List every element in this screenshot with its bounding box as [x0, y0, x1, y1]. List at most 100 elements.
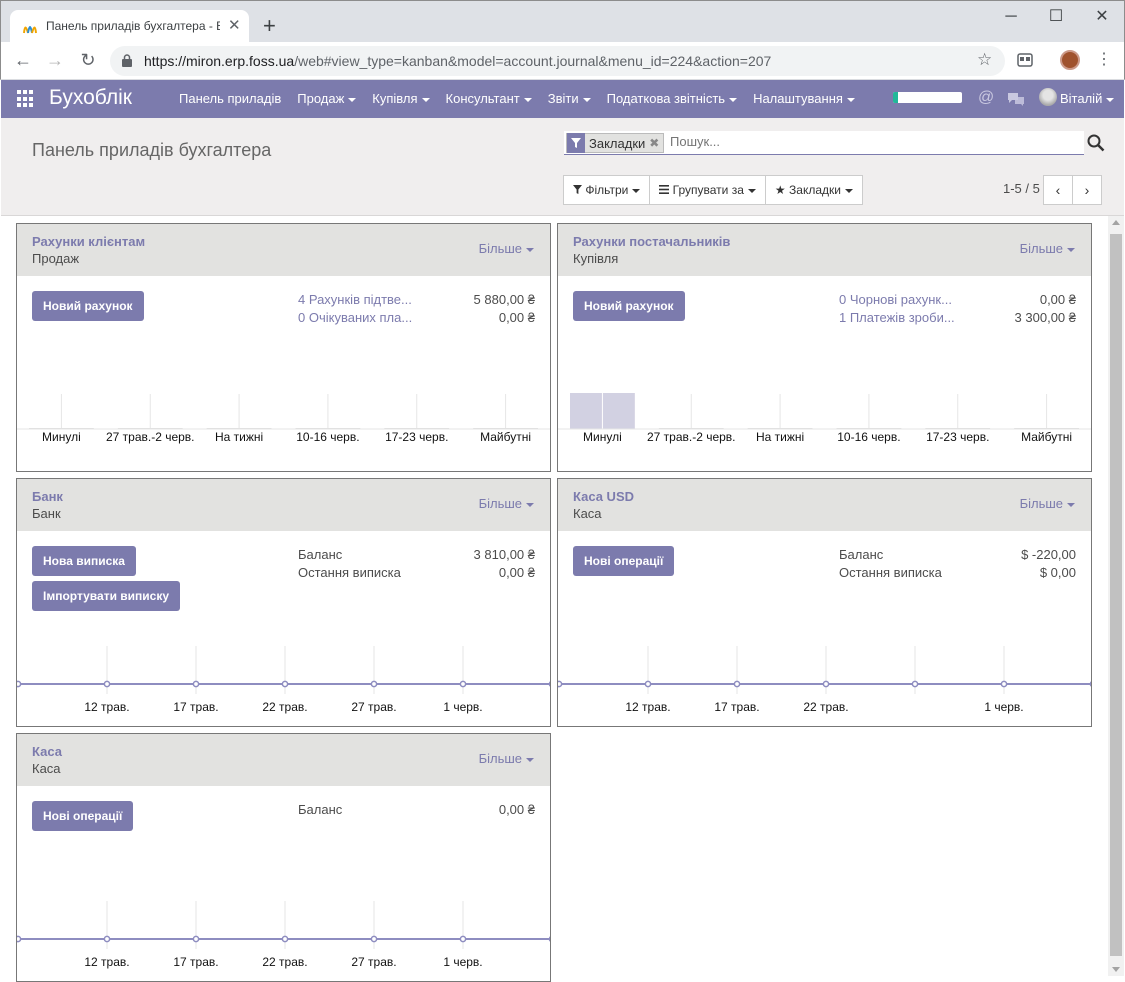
menu-item[interactable]: Налаштування: [745, 80, 863, 118]
filters-button[interactable]: Фільтри: [563, 175, 651, 205]
journal-name[interactable]: Рахунки клієнтам: [32, 234, 145, 249]
address-bar[interactable]: https://miron.erp.foss.ua/web#view_type=…: [110, 46, 1005, 76]
stat-label: Баланс: [298, 547, 343, 562]
menu-item[interactable]: Панель приладів: [171, 80, 289, 118]
pager-value[interactable]: 1-5 / 5: [1003, 181, 1040, 196]
search-input[interactable]: [670, 134, 1070, 149]
card-action-button[interactable]: Новий рахунок: [32, 291, 144, 321]
forward-icon[interactable]: →: [44, 50, 66, 72]
journal-name[interactable]: Рахунки постачальників: [573, 234, 730, 249]
journal-type: Продаж: [32, 251, 80, 266]
x-tick-label: На тижні: [215, 430, 263, 444]
chat-icon[interactable]: [1007, 92, 1025, 106]
browser-menu-icon[interactable]: ⋮: [1096, 50, 1112, 70]
progress-fill: [893, 92, 898, 103]
data-point: [558, 680, 563, 688]
data-point: [370, 680, 378, 688]
onboarding-progress-bar[interactable]: [893, 92, 962, 103]
journal-type: Купівля: [573, 251, 619, 266]
pager-next-icon[interactable]: ›: [1072, 175, 1102, 205]
data-point: [103, 935, 111, 943]
facet-label: Закладки: [589, 135, 646, 151]
main-menu: Панель приладів Продаж Купівля Консультант З…: [171, 80, 863, 118]
browser-toolbar: ← → ↻ https://miron.erp.foss.ua/web#view…: [0, 42, 1125, 80]
data-point: [822, 680, 830, 688]
search-box[interactable]: Закладки ✖: [564, 131, 1084, 155]
card-action-button[interactable]: Нові операції: [573, 546, 675, 576]
stat-label: Баланс: [839, 547, 884, 562]
journal-name[interactable]: Каса: [32, 744, 62, 759]
url-text: https://miron.erp.foss.ua/web#view_type=…: [144, 53, 772, 69]
maximize-icon[interactable]: ☐: [1046, 7, 1066, 27]
scroll-down-icon[interactable]: [1112, 967, 1120, 972]
mention-icon[interactable]: @: [978, 89, 994, 107]
extension-icon[interactable]: [1017, 52, 1033, 68]
stat-value: 0,00 ₴: [1039, 292, 1076, 307]
x-tick-label: 17-23 черв.: [385, 430, 448, 444]
stat-value: 0,00 ₴: [498, 802, 535, 817]
stat-label: Баланс: [298, 802, 343, 817]
stat-label[interactable]: 1 Платежів зроби...: [839, 310, 955, 325]
journal-chart: 12 трав. 17 трав. 22 трав. 27 трав. 1 черв.: [17, 901, 550, 969]
journal-name[interactable]: Каса USD: [573, 489, 634, 504]
profile-avatar[interactable]: [1060, 50, 1080, 70]
x-tick-label: 10-16 черв.: [837, 430, 900, 444]
app-brand[interactable]: Бухоблік: [49, 86, 132, 110]
x-tick-label: Майбутні: [480, 430, 531, 444]
menu-item[interactable]: Звіти: [540, 80, 599, 118]
journal-name[interactable]: Банк: [32, 489, 63, 504]
menu-item[interactable]: Податкова звітність: [599, 80, 745, 118]
x-tick-label: 12 трав.: [625, 700, 670, 714]
control-panel: Панель приладів бухгалтера Закладки ✖ Фі…: [1, 118, 1124, 216]
menu-item[interactable]: Продаж: [289, 80, 364, 118]
stat-label[interactable]: 0 Чорнові рахунк...: [839, 292, 952, 307]
group-by-button[interactable]: Групувати за: [649, 175, 766, 205]
user-avatar[interactable]: [1039, 88, 1057, 106]
search-icon[interactable]: [1087, 134, 1105, 152]
more-dropdown[interactable]: Більше: [1020, 496, 1075, 511]
scroll-thumb[interactable]: [1110, 234, 1122, 956]
browser-tab[interactable]: Панель приладів бухгалтера - E ✕: [10, 10, 249, 43]
card-action-button[interactable]: Новий рахунок: [573, 291, 685, 321]
back-icon[interactable]: ←: [12, 50, 34, 72]
journal-chart: 12 трав. 17 трав. 22 трав. 1 черв.: [558, 646, 1091, 714]
tab-close-icon[interactable]: ✕: [228, 17, 241, 35]
journal-card: Каса USD Каса Більше Нові операції Баланс $ -…: [557, 478, 1092, 727]
facet-remove-icon[interactable]: ✖: [649, 136, 663, 150]
data-point: [644, 680, 652, 688]
stat-value: $ 0,00: [1039, 565, 1076, 580]
new-tab-icon[interactable]: +: [263, 15, 276, 37]
journal-card: Каса Каса Більше Нові операції Баланс 0,00 ₴ 1…: [16, 733, 551, 982]
odoo-navbar: Бухоблік Панель приладів Продаж Купівля Кон…: [1, 80, 1124, 118]
card-header: Банк Банк Більше: [17, 479, 550, 531]
scrollbar[interactable]: [1108, 216, 1124, 976]
window-close-icon[interactable]: ✕: [1092, 7, 1112, 27]
data-point: [911, 680, 919, 688]
card-action-button[interactable]: Імпортувати виписку: [32, 581, 181, 611]
x-tick-label: 12 трав.: [84, 955, 129, 969]
favorites-button[interactable]: ★ Закладки: [764, 175, 863, 205]
more-dropdown[interactable]: Більше: [1020, 241, 1075, 256]
apps-menu-icon[interactable]: [17, 90, 35, 108]
card-action-button[interactable]: Нова виписка: [32, 546, 136, 576]
card-action-button[interactable]: Нові операції: [32, 801, 134, 831]
data-point: [103, 680, 111, 688]
user-menu[interactable]: Віталій: [1060, 80, 1115, 118]
data-point: [281, 935, 289, 943]
more-dropdown[interactable]: Більше: [479, 496, 534, 511]
more-dropdown[interactable]: Більше: [479, 751, 534, 766]
reload-icon[interactable]: ↻: [77, 50, 99, 72]
journal-type: Каса: [573, 506, 602, 521]
data-point: [370, 935, 378, 943]
search-facet: Закладки ✖: [566, 133, 665, 153]
stat-label[interactable]: 4 Рахунків підтве...: [298, 292, 412, 307]
minimize-icon[interactable]: ─: [1001, 7, 1021, 27]
stat-label[interactable]: 0 Очікуваних пла...: [298, 310, 412, 325]
pager-previous-icon[interactable]: ‹: [1043, 175, 1073, 205]
more-dropdown[interactable]: Більше: [479, 241, 534, 256]
menu-item[interactable]: Консультант: [438, 80, 540, 118]
bookmark-star-icon[interactable]: ☆: [977, 50, 992, 70]
menu-item[interactable]: Купівля: [364, 80, 437, 118]
scroll-up-icon[interactable]: [1112, 220, 1120, 225]
journal-chart: 12 трав. 17 трав. 22 трав. 27 трав. 1 черв.: [17, 646, 550, 714]
